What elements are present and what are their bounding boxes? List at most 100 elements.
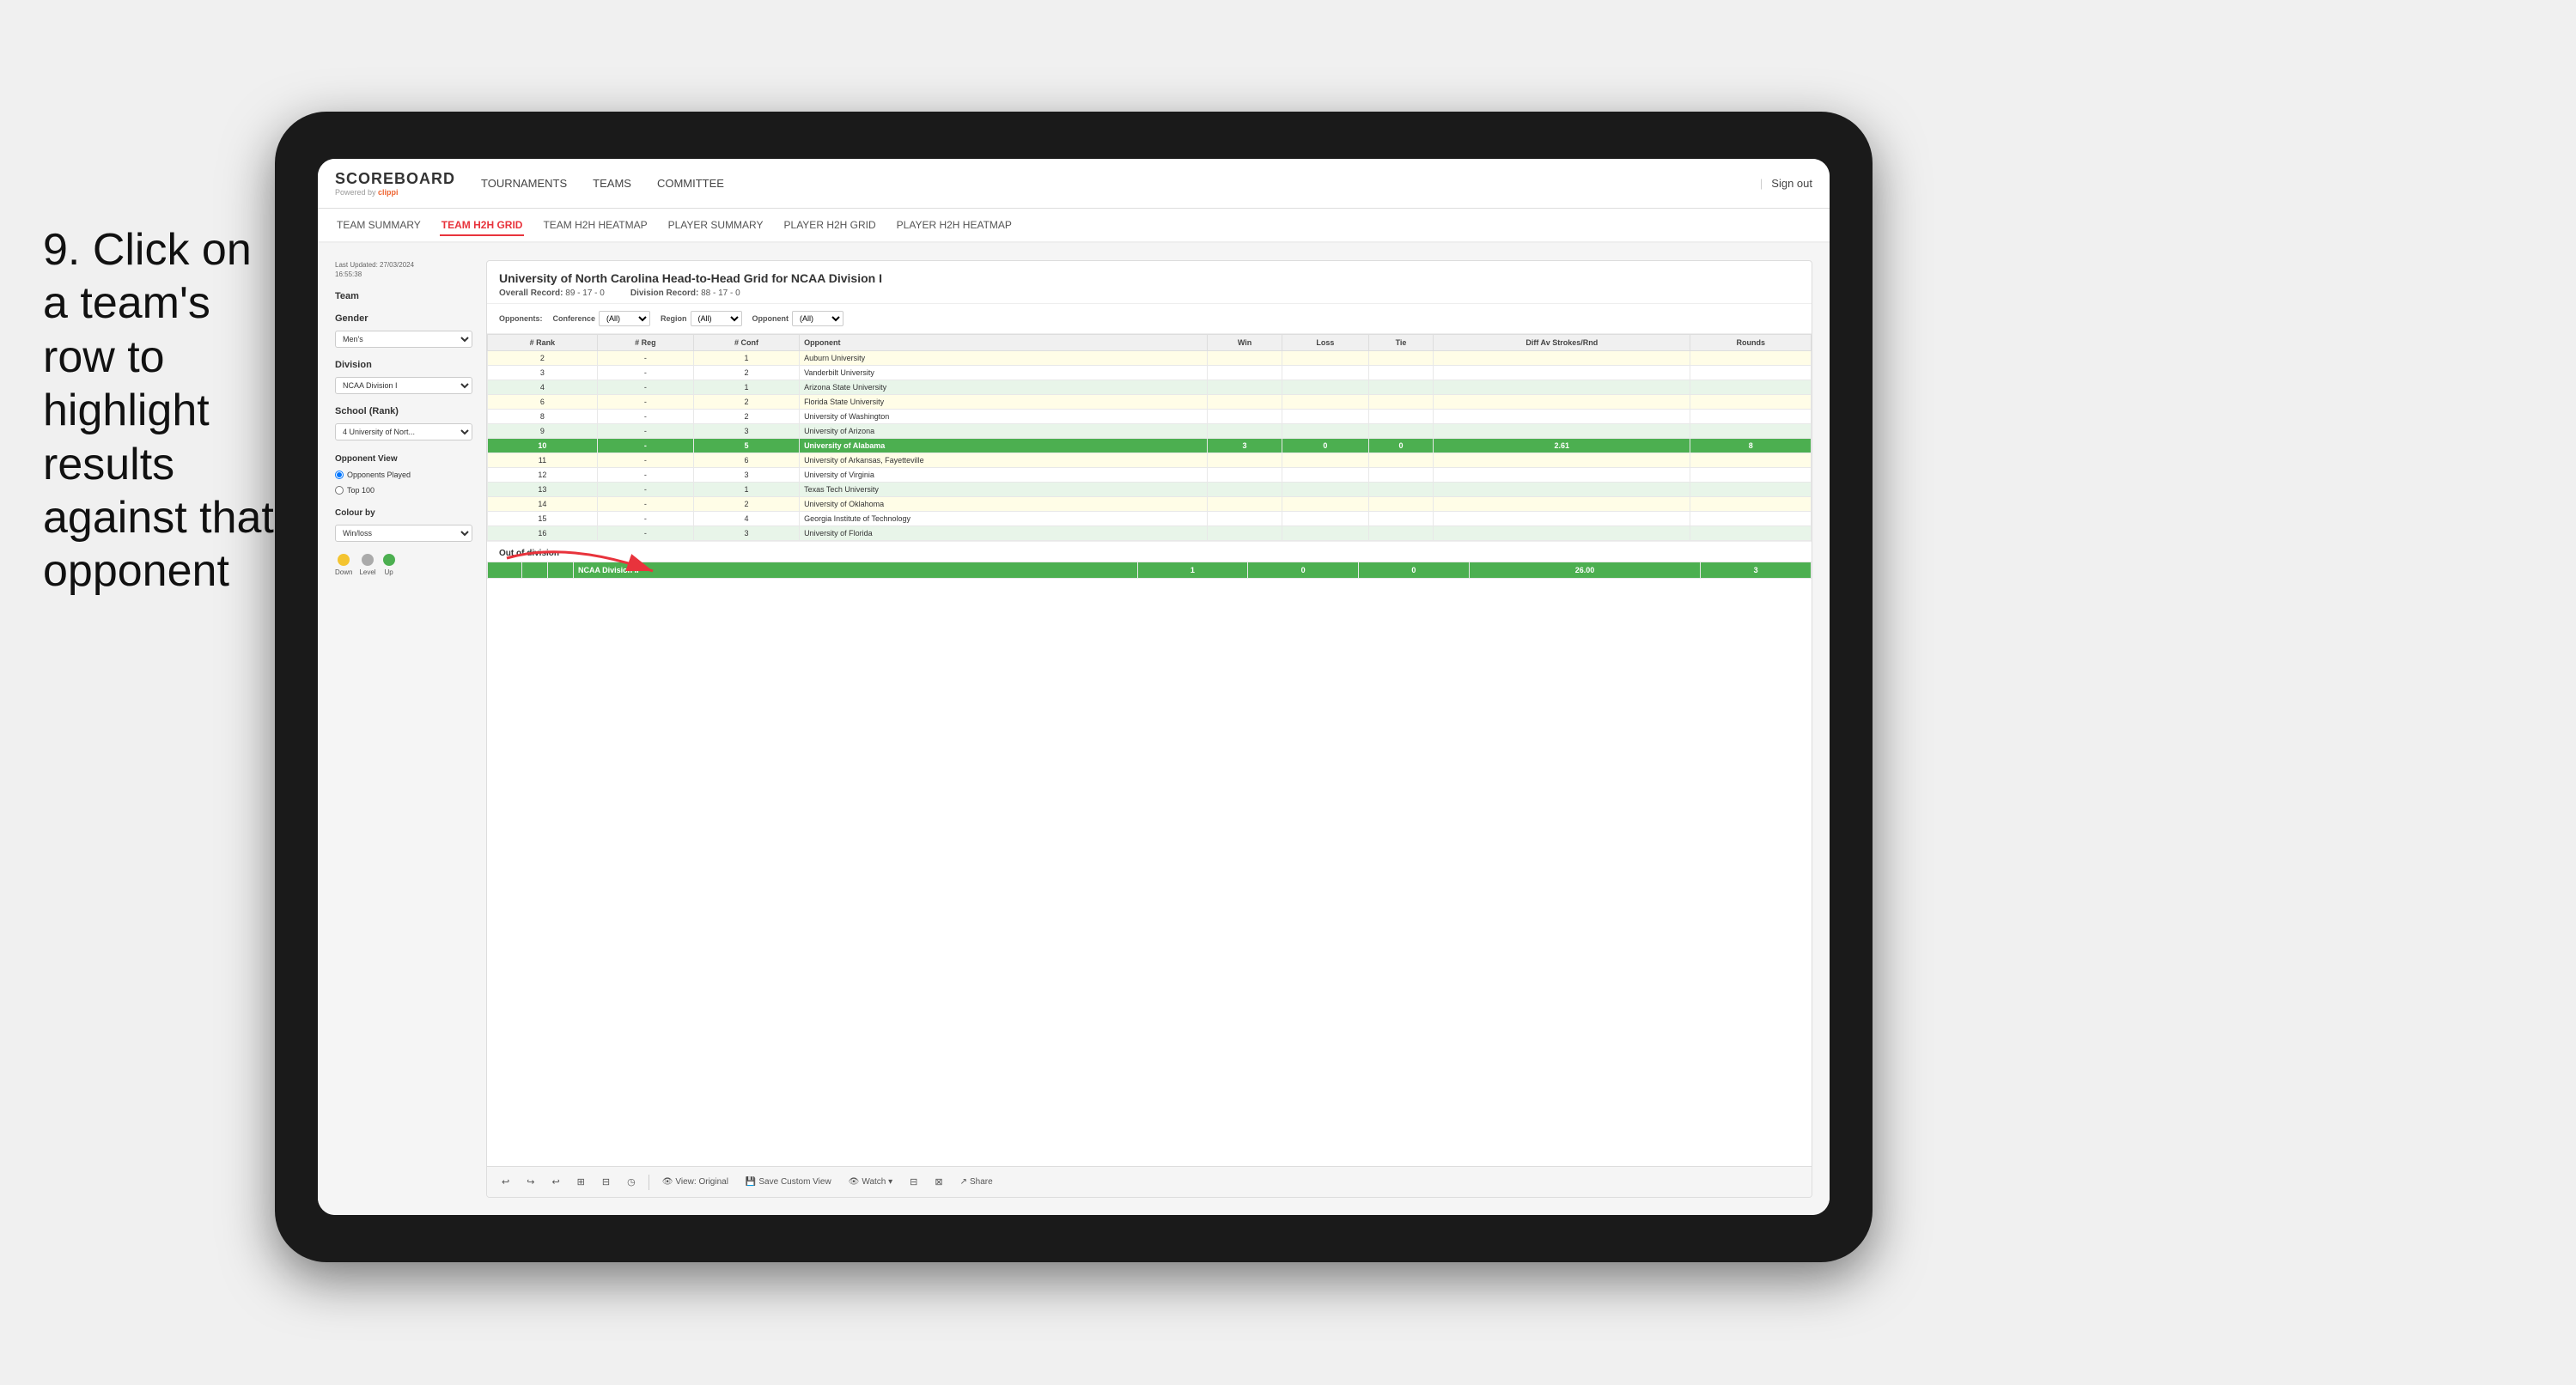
- table-row[interactable]: 14 - 2 University of Oklahoma: [488, 497, 1812, 512]
- out-of-division-row[interactable]: NCAA Division II 1 0 0 26.00 3: [488, 562, 1812, 579]
- school-rank-select[interactable]: 4 University of Nort...: [335, 423, 472, 440]
- cell-loss: [1282, 483, 1368, 497]
- copy-button[interactable]: ⊞: [573, 1174, 589, 1190]
- tab-team-summary[interactable]: TEAM SUMMARY: [335, 216, 423, 236]
- radio-top-100[interactable]: Top 100: [335, 486, 472, 495]
- nav-committee[interactable]: COMMITTEE: [657, 173, 724, 193]
- cell-loss: [1282, 468, 1368, 483]
- table-row[interactable]: 15 - 4 Georgia Institute of Technology: [488, 512, 1812, 526]
- table-row[interactable]: 10 - 5 University of Alabama 3 0 0 2.61 …: [488, 439, 1812, 453]
- table-row[interactable]: 6 - 2 Florida State University: [488, 395, 1812, 410]
- paste-button[interactable]: ⊟: [598, 1174, 614, 1190]
- legend-dot-up: [383, 554, 395, 566]
- cell-tie: [1368, 410, 1433, 424]
- table-row[interactable]: 11 - 6 University of Arkansas, Fayettevi…: [488, 453, 1812, 468]
- cell-reg: -: [597, 497, 693, 512]
- cell-opponent: University of Washington: [800, 410, 1208, 424]
- grid-table-wrapper: # Rank # Reg # Conf Opponent Win Loss Ti…: [487, 334, 1812, 1166]
- tab-player-summary[interactable]: PLAYER SUMMARY: [667, 216, 765, 236]
- tab-team-h2h-grid[interactable]: TEAM H2H GRID: [440, 216, 525, 236]
- cell-rounds: [1690, 424, 1812, 439]
- table-row[interactable]: 13 - 1 Texas Tech University: [488, 483, 1812, 497]
- table-row[interactable]: 3 - 2 Vanderbilt University: [488, 366, 1812, 380]
- table-row[interactable]: 9 - 3 University of Arizona: [488, 424, 1812, 439]
- opponent-filter-select[interactable]: (All): [792, 311, 843, 326]
- cell-rank: 4: [488, 380, 598, 395]
- col-loss: Loss: [1282, 335, 1368, 351]
- cell-tie: [1368, 497, 1433, 512]
- time-button[interactable]: ◷: [623, 1174, 640, 1190]
- view-original-button[interactable]: 👁 View: Original: [658, 1175, 733, 1189]
- cell-loss: [1282, 380, 1368, 395]
- col-reg: # Reg: [597, 335, 693, 351]
- conference-filter-select[interactable]: (All): [599, 311, 650, 326]
- colour-by-select[interactable]: Win/loss: [335, 525, 472, 542]
- nav-divider: |: [1760, 177, 1763, 190]
- col-conf: # Conf: [693, 335, 799, 351]
- table-row[interactable]: 2 - 1 Auburn University: [488, 351, 1812, 366]
- nav-items: TOURNAMENTS TEAMS COMMITTEE: [481, 173, 1760, 193]
- share-button[interactable]: ↗ Share: [956, 1175, 997, 1189]
- cell-opponent: Florida State University: [800, 395, 1208, 410]
- cell-loss: [1282, 424, 1368, 439]
- cell-reg: -: [597, 526, 693, 541]
- cell-win: [1208, 410, 1282, 424]
- opponent-filter-label: Opponent: [752, 314, 789, 323]
- cell-conf: 3: [693, 526, 799, 541]
- cell-rounds: [1690, 395, 1812, 410]
- tab-player-h2h-grid[interactable]: PLAYER H2H GRID: [783, 216, 878, 236]
- undo2-button[interactable]: ↩: [547, 1174, 563, 1190]
- ood-conf: [548, 562, 574, 579]
- school-rank-label: School (Rank): [335, 406, 472, 416]
- instruction-text: 9. Click on a team's row to highlight re…: [43, 223, 283, 598]
- cell-tie: [1368, 366, 1433, 380]
- table-row[interactable]: 16 - 3 University of Florida: [488, 526, 1812, 541]
- toolbar-icon-2[interactable]: ⊠: [930, 1174, 947, 1190]
- cell-conf: 2: [693, 366, 799, 380]
- sub-nav: TEAM SUMMARY TEAM H2H GRID TEAM H2H HEAT…: [318, 209, 1830, 243]
- region-filter-select[interactable]: (All): [691, 311, 742, 326]
- device-frame: SCOREBOARD Powered by clippi TOURNAMENTS…: [275, 112, 1873, 1262]
- cell-loss: [1282, 512, 1368, 526]
- cell-diff: [1434, 366, 1690, 380]
- main-content: Last Updated: 27/03/2024 16:55:38 Team G…: [318, 243, 1830, 1215]
- table-row[interactable]: 8 - 2 University of Washington: [488, 410, 1812, 424]
- out-of-division-table: NCAA Division II 1 0 0 26.00 3: [487, 562, 1812, 579]
- redo-button[interactable]: ↪: [522, 1174, 539, 1190]
- left-panel: Last Updated: 27/03/2024 16:55:38 Team G…: [335, 260, 472, 1198]
- cell-rank: 11: [488, 453, 598, 468]
- tab-player-h2h-heatmap[interactable]: PLAYER H2H HEATMAP: [895, 216, 1014, 236]
- view-icon: 👁: [662, 1177, 673, 1187]
- table-row[interactable]: 12 - 3 University of Virginia: [488, 468, 1812, 483]
- cell-diff: [1434, 351, 1690, 366]
- col-diff: Diff Av Strokes/Rnd: [1434, 335, 1690, 351]
- cell-rank: 13: [488, 483, 598, 497]
- nav-teams[interactable]: TEAMS: [593, 173, 631, 193]
- save-custom-view-button[interactable]: 💾 Save Custom View: [741, 1175, 836, 1189]
- ood-diff: 26.00: [1469, 562, 1701, 579]
- division-select[interactable]: NCAA Division I NCAA Division II: [335, 377, 472, 394]
- legend-label-level: Level: [359, 568, 375, 576]
- cell-win: [1208, 366, 1282, 380]
- cell-diff: [1434, 483, 1690, 497]
- tab-team-h2h-heatmap[interactable]: TEAM H2H HEATMAP: [541, 216, 649, 236]
- watch-button[interactable]: 👁 Watch ▾: [844, 1175, 897, 1189]
- cell-win: [1208, 468, 1282, 483]
- table-row[interactable]: 4 - 1 Arizona State University: [488, 380, 1812, 395]
- cell-win: 3: [1208, 439, 1282, 453]
- cell-rank: 2: [488, 351, 598, 366]
- toolbar-icon-1[interactable]: ⊟: [905, 1174, 922, 1190]
- cell-reg: -: [597, 439, 693, 453]
- cell-reg: -: [597, 351, 693, 366]
- cell-reg: -: [597, 483, 693, 497]
- grid-title: University of North Carolina Head-to-Hea…: [499, 271, 1800, 285]
- radio-opponents-played[interactable]: Opponents Played: [335, 471, 472, 479]
- cell-loss: [1282, 453, 1368, 468]
- top-nav: SCOREBOARD Powered by clippi TOURNAMENTS…: [318, 159, 1830, 209]
- nav-tournaments[interactable]: TOURNAMENTS: [481, 173, 567, 193]
- col-rounds: Rounds: [1690, 335, 1812, 351]
- sign-out-button[interactable]: Sign out: [1771, 177, 1812, 190]
- cell-rank: 16: [488, 526, 598, 541]
- gender-select[interactable]: Men's Women's: [335, 331, 472, 348]
- undo-button[interactable]: ↩: [497, 1174, 514, 1190]
